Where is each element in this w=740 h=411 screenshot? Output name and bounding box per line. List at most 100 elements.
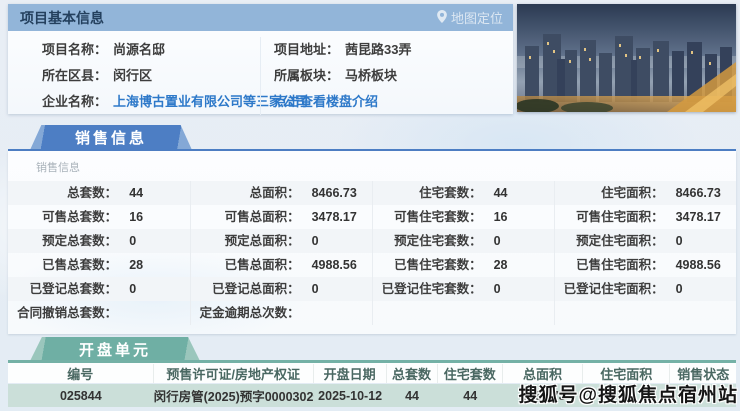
field-plate: 所属板块： 马桥板块 [274,63,513,89]
tab-opening-units: 开盘单元 [30,337,200,361]
cell-value: 4988.56 [300,253,357,277]
cell-label: 住宅面积： [555,181,664,205]
sales-cell: 定金逾期总次数： [190,301,372,325]
cell-label: 可售住宅套数： [373,205,482,229]
cell-value: 3478.17 [664,205,721,229]
sales-cell: 预定总套数：0 [8,229,190,253]
cell-license: 闵行房管(2025)预字0000302号 [154,386,314,405]
map-locate-label: 地图定位 [451,8,503,27]
field-label: 所在区县： [42,68,107,83]
sales-cell: 已售总套数：28 [8,253,190,277]
sales-cell: 已售住宅套数：28 [372,253,554,277]
sales-cell: 已售总面积：4988.56 [190,253,372,277]
tab-sales-info: 销售信息 [30,125,192,150]
field-label: 所属板块： [274,68,339,83]
cell-value: 0 [482,229,501,253]
field-project-name: 项目名称：尚源名邸 [42,37,260,63]
cell-label: 预定总套数： [8,229,117,253]
sales-cell: 可售总套数：16 [8,205,190,229]
tab-opening-label: 开盘单元 [79,339,151,360]
cell-label: 已登记总面积： [191,277,300,301]
project-fields-right: 项目地址： 茜昆路33弄 所属板块： 马桥板块 点击查看楼盘介绍 [260,37,513,115]
cell-value: 16 [117,205,143,229]
city-skyline-graphic [517,4,736,112]
cell-value: 0 [300,229,319,253]
field-intro: 点击查看楼盘介绍 [274,89,513,115]
sales-cell: 已登记总面积：0 [190,277,372,301]
cell-serial: 025844 [8,389,154,403]
field-address: 项目地址： 茜昆路33弄 [274,37,513,63]
table-row: 总套数：44 总面积：8466.73 住宅套数：44 住宅面积：8466.73 [8,181,736,205]
column-header: 开盘日期 [314,364,387,383]
sales-cell: 可售住宅套数：16 [372,205,554,229]
cell-label: 预定住宅面积： [555,229,664,253]
table-row: 预定总套数：0 预定总面积：0 预定住宅套数：0 预定住宅面积：0 [8,229,736,253]
sales-cell: 可售住宅面积：3478.17 [554,205,736,229]
cell-value: 8466.73 [664,181,721,205]
sales-cell: 预定住宅面积：0 [554,229,736,253]
field-value: 闵行区 [113,68,152,83]
cell-value: 0 [482,277,501,301]
cell-value: 28 [482,253,508,277]
cell-label: 已登记总套数： [8,277,117,301]
table-row: 已售总套数：28 已售总面积：4988.56 已售住宅套数：28 已售住宅面积：… [8,253,736,277]
column-header: 住宅套数 [438,364,504,383]
cell-value [300,301,312,325]
cell-label: 合同撤销总套数： [8,301,117,325]
tab-sales-label: 销售信息 [75,127,147,148]
cell-label: 可售住宅面积： [555,205,664,229]
sales-cell: 已售住宅面积：4988.56 [554,253,736,277]
cell-label: 已售总面积： [191,253,300,277]
cell-value: 0 [117,277,136,301]
cell-value: 0 [300,277,319,301]
city-night-photo [517,4,736,112]
cell-value: 16 [482,205,508,229]
column-header: 编号 [8,364,154,383]
sohu-watermark: 搜狐号@搜狐焦点宿州站 [518,380,738,407]
field-value: 茜昆路33弄 [345,42,411,57]
cell-residence-units: 44 [438,389,504,403]
table-row: 合同撤销总套数： 定金逾期总次数： [8,301,736,325]
field-label: 项目地址： [274,42,339,57]
cell-label: 总套数： [8,181,117,205]
sales-cell: 总套数：44 [8,181,190,205]
cell-label: 已售总套数： [8,253,117,277]
cell-value: 3478.17 [300,205,357,229]
cell-value: 8466.73 [300,181,357,205]
sales-cell: 预定总面积：0 [190,229,372,253]
column-header: 预售许可证/房地产权证 [154,364,314,383]
cell-value: 0 [664,229,683,253]
cell-label: 已售住宅面积： [555,253,664,277]
field-company: 企业名称：上海博古置业有限公司等三家公司 [42,89,260,115]
sales-cell: 住宅面积：8466.73 [554,181,736,205]
sales-cell: 可售总面积：3478.17 [190,205,372,229]
cell-value: 28 [117,253,143,277]
sales-panel: 销售信息 总套数：44 总面积：8466.73 住宅套数：44 住宅面积：846… [8,151,736,334]
cell-label: 预定总面积： [191,229,300,253]
sales-cell [554,301,736,325]
map-locate-button[interactable]: 地图定位 [437,8,503,27]
cell-value [117,301,129,325]
project-fields-left: 项目名称：尚源名邸 所在区县： 闵行区 企业名称：上海博古置业有限公司等三家公司 [8,37,260,115]
sales-cell: 已登记总套数：0 [8,277,190,301]
sales-table: 总套数：44 总面积：8466.73 住宅套数：44 住宅面积：8466.73 … [8,181,736,325]
project-card-header: 项目基本信息 地图定位 [8,4,513,31]
cell-value [664,301,676,325]
sales-cell: 已登记住宅面积：0 [554,277,736,301]
building-intro-link[interactable]: 点击查看楼盘介绍 [274,94,378,109]
cell-label: 定金逾期总次数： [191,301,300,325]
cell-label: 预定住宅套数： [373,229,482,253]
field-label: 企业名称： [42,94,107,109]
field-value: 马桥板块 [345,68,397,83]
field-value: 尚源名邸 [113,42,165,57]
cell-value: 44 [117,181,143,205]
sales-cell: 预定住宅套数：0 [372,229,554,253]
location-pin-icon [437,10,447,26]
cell-label: 可售总套数： [8,205,117,229]
cell-label: 已售住宅套数： [373,253,482,277]
cell-label [373,301,482,325]
sales-cell: 住宅套数：44 [372,181,554,205]
table-row: 可售总套数：16 可售总面积：3478.17 可售住宅套数：16 可售住宅面积：… [8,205,736,229]
sales-subtitle: 销售信息 [8,151,736,181]
sales-cell: 已登记住宅套数：0 [372,277,554,301]
